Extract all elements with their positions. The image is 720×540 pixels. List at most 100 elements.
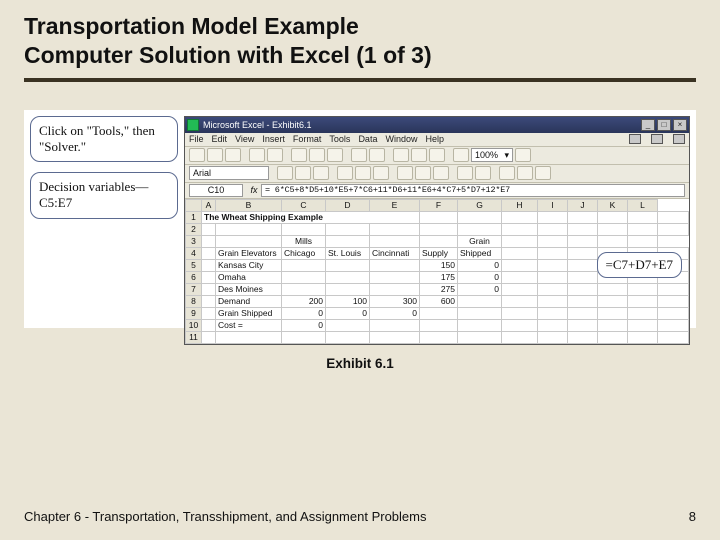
cell[interactable] [502, 331, 538, 343]
cell[interactable] [458, 319, 502, 331]
cell[interactable]: 200 [282, 295, 326, 307]
save-icon[interactable] [225, 148, 241, 162]
open-icon[interactable] [207, 148, 223, 162]
cell[interactable]: Mills [282, 235, 326, 247]
cell[interactable] [202, 247, 216, 259]
cell[interactable]: 175 [420, 271, 458, 283]
copy-icon[interactable] [309, 148, 325, 162]
col-header[interactable]: A [202, 199, 216, 211]
cell[interactable] [216, 223, 282, 235]
cell[interactable] [458, 307, 502, 319]
cell[interactable] [502, 247, 538, 259]
col-header[interactable]: G [458, 199, 502, 211]
cell[interactable] [628, 283, 658, 295]
cell[interactable] [538, 235, 568, 247]
cell[interactable] [326, 223, 370, 235]
cell[interactable] [568, 307, 598, 319]
cell[interactable] [326, 319, 370, 331]
cell[interactable] [568, 259, 598, 271]
cell[interactable] [628, 319, 658, 331]
undo-icon[interactable] [351, 148, 367, 162]
row-header[interactable]: 10 [186, 319, 202, 331]
cell[interactable] [370, 223, 420, 235]
cell[interactable] [538, 307, 568, 319]
sort-desc-icon[interactable] [429, 148, 445, 162]
cell[interactable] [502, 307, 538, 319]
italic-icon[interactable] [295, 166, 311, 180]
cell[interactable]: 300 [370, 295, 420, 307]
col-header[interactable]: L [628, 199, 658, 211]
cell[interactable] [628, 223, 658, 235]
close-icon[interactable]: × [673, 119, 687, 131]
cell[interactable] [502, 319, 538, 331]
cell[interactable] [658, 307, 689, 319]
maximize-icon[interactable]: □ [657, 119, 671, 131]
cell[interactable] [458, 223, 502, 235]
col-header[interactable]: D [326, 199, 370, 211]
autosum-icon[interactable] [393, 148, 409, 162]
cell[interactable] [216, 331, 282, 343]
cell[interactable]: 100 [326, 295, 370, 307]
cell[interactable] [568, 211, 598, 223]
cell[interactable]: Demand [216, 295, 282, 307]
new-icon[interactable] [189, 148, 205, 162]
cell[interactable] [202, 223, 216, 235]
row-header[interactable]: 9 [186, 307, 202, 319]
cell[interactable] [658, 295, 689, 307]
cell[interactable] [202, 295, 216, 307]
menu-file[interactable]: File [189, 134, 204, 144]
cell[interactable] [598, 211, 628, 223]
menu-edit[interactable]: Edit [212, 134, 228, 144]
cell[interactable] [598, 319, 628, 331]
row-header[interactable]: 11 [186, 331, 202, 343]
minimize-icon[interactable]: _ [641, 119, 655, 131]
cell[interactable] [282, 283, 326, 295]
col-header[interactable]: K [598, 199, 628, 211]
cell[interactable]: Cincinnati [370, 247, 420, 259]
cell[interactable] [502, 283, 538, 295]
cell[interactable]: 0 [282, 319, 326, 331]
cell[interactable] [326, 259, 370, 271]
cell[interactable] [568, 319, 598, 331]
col-header[interactable]: F [420, 199, 458, 211]
cell[interactable]: Grain [458, 235, 502, 247]
cell[interactable] [568, 235, 598, 247]
row-header[interactable]: 5 [186, 259, 202, 271]
cell[interactable] [628, 331, 658, 343]
cell[interactable] [502, 271, 538, 283]
cell[interactable] [628, 307, 658, 319]
cell[interactable]: Grain Shipped [216, 307, 282, 319]
cell[interactable]: Grain Elevators [216, 247, 282, 259]
cell[interactable] [370, 235, 420, 247]
cell[interactable] [282, 223, 326, 235]
cell[interactable] [202, 283, 216, 295]
cell[interactable] [538, 331, 568, 343]
cell[interactable] [598, 307, 628, 319]
cell[interactable] [420, 223, 458, 235]
cell[interactable] [370, 283, 420, 295]
cell[interactable] [282, 271, 326, 283]
cell[interactable] [598, 223, 628, 235]
select-all-cell[interactable] [186, 199, 202, 211]
cell[interactable] [598, 235, 628, 247]
row-header[interactable]: 1 [186, 211, 202, 223]
currency-icon[interactable] [397, 166, 413, 180]
cell[interactable] [538, 247, 568, 259]
cell[interactable] [282, 259, 326, 271]
formula-input[interactable]: = 6*C5+8*D5+10*E5+7*C6+11*D6+11*E6+4*C7+… [261, 184, 685, 197]
indent-inc-icon[interactable] [475, 166, 491, 180]
row-header[interactable]: 3 [186, 235, 202, 247]
print-icon[interactable] [249, 148, 265, 162]
comma-icon[interactable] [433, 166, 449, 180]
cell[interactable] [202, 259, 216, 271]
cell[interactable]: 0 [458, 259, 502, 271]
row-header[interactable]: 2 [186, 223, 202, 235]
row-header[interactable]: 7 [186, 283, 202, 295]
align-left-icon[interactable] [337, 166, 353, 180]
paste-icon[interactable] [327, 148, 343, 162]
percent-icon[interactable] [415, 166, 431, 180]
fontcolor-icon[interactable] [535, 166, 551, 180]
cell[interactable] [458, 211, 502, 223]
cell[interactable] [598, 331, 628, 343]
cell[interactable] [658, 283, 689, 295]
